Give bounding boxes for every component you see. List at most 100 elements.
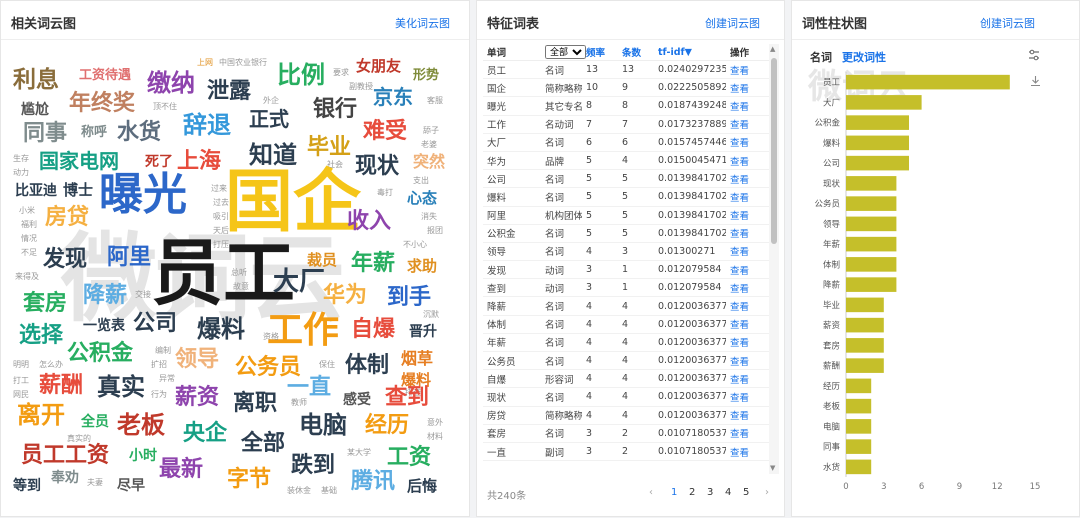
- page-5[interactable]: 5: [743, 487, 749, 498]
- cell-tfidf: 0.0150045471: [654, 151, 726, 171]
- bar[interactable]: [846, 115, 909, 130]
- col-count[interactable]: 条数: [618, 44, 654, 61]
- view-link[interactable]: 查看: [726, 260, 773, 280]
- scroll-up-icon[interactable]: ▲: [770, 45, 775, 53]
- col-tfidf[interactable]: tf-idf▼: [654, 44, 726, 61]
- cell-count: 4: [618, 406, 654, 425]
- scroll-down-icon[interactable]: ▼: [770, 464, 775, 472]
- cloud-word: 公司: [133, 311, 178, 336]
- bar[interactable]: [846, 358, 884, 373]
- col-freq[interactable]: 频率: [582, 44, 618, 61]
- cloud-word: 过来: [211, 184, 227, 193]
- table-scrollbar[interactable]: ▲ ▼: [769, 44, 779, 474]
- bar[interactable]: [846, 338, 884, 353]
- bar[interactable]: [846, 74, 1010, 90]
- bar[interactable]: [846, 439, 872, 454]
- cloud-word: 中国农业银行: [219, 58, 267, 67]
- page-2[interactable]: 2: [689, 487, 695, 498]
- cloud-word: 突然: [413, 152, 446, 171]
- bar[interactable]: [846, 155, 909, 171]
- pos-filter-select[interactable]: 全部: [545, 45, 586, 59]
- cloud-word: 生存: [13, 154, 29, 163]
- cell-count: 4: [618, 351, 654, 371]
- prev-page-icon[interactable]: ‹: [649, 487, 653, 498]
- bar[interactable]: [846, 176, 897, 191]
- cloud-word: 后悔: [407, 477, 438, 495]
- cloud-word: 称呼: [81, 125, 108, 140]
- cell-freq: 5: [582, 206, 618, 225]
- view-link[interactable]: 查看: [726, 369, 773, 389]
- feature-table-panel: 特征词表 创建词云图 单词 全部 频率 条数 tf-idf▼ 操作 员工 名词 13…: [476, 0, 785, 517]
- cell-count: 7: [618, 115, 654, 134]
- view-link[interactable]: 查看: [726, 115, 773, 134]
- view-link[interactable]: 查看: [726, 242, 773, 262]
- view-link[interactable]: 查看: [726, 133, 773, 152]
- cell-freq: 7: [582, 115, 618, 134]
- view-link[interactable]: 查看: [726, 187, 773, 207]
- scrollbar-thumb[interactable]: [771, 58, 777, 244]
- bar[interactable]: [846, 317, 884, 333]
- cell-pos: 名词: [541, 133, 582, 152]
- cloud-word: 打工: [13, 376, 29, 385]
- view-link[interactable]: 查看: [726, 387, 773, 407]
- cloud-word: 过去: [213, 198, 229, 207]
- view-link[interactable]: 查看: [726, 333, 773, 353]
- page-4[interactable]: 4: [725, 487, 731, 498]
- cell-tfidf: 0.0187439248: [654, 96, 726, 116]
- bar[interactable]: [846, 236, 897, 252]
- bar[interactable]: [846, 378, 872, 394]
- bar[interactable]: [846, 196, 897, 211]
- bar[interactable]: [846, 95, 922, 110]
- table-row: 现状 名词 4 4 0.0120036377 查看: [483, 387, 773, 407]
- bar[interactable]: [846, 277, 897, 292]
- view-link[interactable]: 查看: [726, 406, 773, 425]
- feature-table-title: 特征词表: [487, 17, 540, 32]
- cloud-word: 吸引: [213, 212, 229, 221]
- bar[interactable]: [846, 135, 909, 151]
- page-1[interactable]: 1: [671, 487, 677, 498]
- beautify-cloud-link[interactable]: 美化词云图: [395, 15, 450, 31]
- cloud-word: 等到: [13, 478, 41, 494]
- cloud-word: 尽早: [117, 478, 145, 494]
- view-link[interactable]: 查看: [726, 206, 773, 225]
- y-tick-label: 公司: [823, 159, 840, 169]
- view-link[interactable]: 查看: [726, 151, 773, 171]
- view-link[interactable]: 查看: [726, 351, 773, 371]
- create-cloud-link[interactable]: 创建词云图: [705, 15, 760, 31]
- view-link[interactable]: 查看: [726, 424, 773, 443]
- cloud-word: 现状: [355, 154, 400, 179]
- bar[interactable]: [846, 398, 872, 414]
- bar[interactable]: [846, 297, 884, 313]
- cell-pos: 名词: [541, 387, 582, 407]
- view-link[interactable]: 查看: [726, 442, 773, 462]
- cloud-word: 编制: [155, 346, 171, 355]
- word-cloud-canvas: 微词云 利息 工资待遇 上网 中国农业银行 缴纳 比例 要求 女朋友 形势 年终奖 泄露 银行 京东 客服…: [1, 41, 471, 501]
- bar[interactable]: [846, 257, 897, 272]
- cloud-word: 来得及: [15, 272, 39, 281]
- page-3[interactable]: 3: [707, 487, 713, 498]
- bar[interactable]: [846, 419, 872, 434]
- view-link[interactable]: 查看: [726, 224, 773, 243]
- cloud-word: 毒打: [377, 188, 393, 197]
- next-page-icon[interactable]: ›: [765, 487, 769, 498]
- view-link[interactable]: 查看: [726, 169, 773, 189]
- view-link[interactable]: 查看: [726, 60, 773, 80]
- cloud-word: 央企: [183, 421, 228, 446]
- cell-word: 华为: [483, 151, 541, 171]
- cloud-word: 套房: [23, 291, 68, 316]
- view-link[interactable]: 查看: [726, 315, 773, 334]
- word-cloud-title: 相关词云图: [11, 17, 77, 32]
- cloud-word: 工作: [267, 310, 340, 351]
- cloud-word: 夫妻: [87, 478, 103, 487]
- cloud-word: 奉劝: [51, 470, 79, 486]
- bar[interactable]: [846, 216, 897, 232]
- view-link[interactable]: 查看: [726, 78, 773, 98]
- view-link[interactable]: 查看: [726, 278, 773, 298]
- view-link[interactable]: 查看: [726, 96, 773, 116]
- view-link[interactable]: 查看: [726, 296, 773, 316]
- cloud-word: 年终奖: [69, 91, 136, 116]
- cell-word: 曝光: [483, 96, 541, 116]
- bar[interactable]: [846, 459, 872, 475]
- y-tick-label: 领导: [823, 219, 841, 230]
- y-tick-label: 经历: [823, 381, 841, 392]
